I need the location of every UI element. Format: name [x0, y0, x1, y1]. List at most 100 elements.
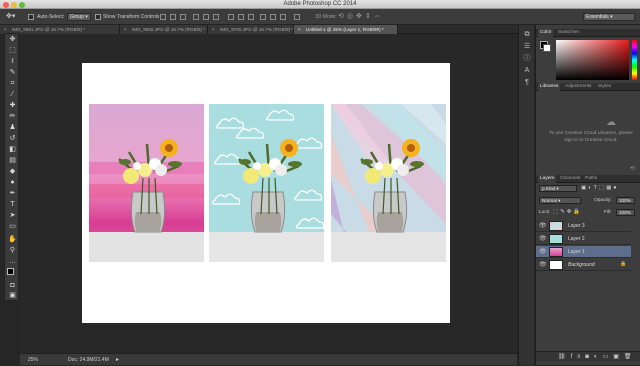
- blend-mode-dropdown[interactable]: Normal ▾: [539, 197, 581, 204]
- layer-row-layer-3[interactable]: 👁 Layer 3: [536, 220, 631, 232]
- distribute-hcenter-icon[interactable]: [270, 14, 276, 20]
- color-field[interactable]: [556, 40, 629, 80]
- libraries-panel-tabs: Libraries Adjustments Styles: [536, 83, 640, 91]
- path-select-tool-icon[interactable]: ➤: [8, 212, 17, 220]
- hand-tool-icon[interactable]: ✋: [8, 236, 17, 244]
- opacity-field[interactable]: 100%: [616, 197, 635, 204]
- status-menu-icon[interactable]: ▸: [116, 354, 119, 366]
- show-transform-label: Show Transform Controls: [103, 14, 160, 20]
- rectangle-tool-icon[interactable]: ▭: [8, 223, 17, 231]
- history-panel-icon[interactable]: ⧉: [523, 31, 531, 39]
- align-vcenter-icon[interactable]: [170, 14, 176, 20]
- bg-color-chip[interactable]: [543, 44, 551, 52]
- zoom-tool-icon[interactable]: ⚲: [8, 247, 17, 255]
- align-bottom-icon[interactable]: [180, 14, 186, 20]
- tab-paths[interactable]: Paths: [583, 175, 599, 183]
- doc-size[interactable]: Doc: 24.9M/21.4M: [68, 354, 109, 366]
- blur-tool-icon[interactable]: ◆: [8, 168, 17, 176]
- tools-panel: ✥ ⬚ ℓ ✎ ⌗ ⁄ ✚ ✏ ♟ ↺ ◧ ▤ ◆ ● ✒ T ➤ ▭ ✋ ⚲ …: [4, 33, 19, 301]
- distribute-left-icon[interactable]: [260, 14, 266, 20]
- type-tool-icon[interactable]: T: [8, 201, 17, 209]
- layer-footer-icons[interactable]: ⛓fx◙◐▭▣🗑: [558, 352, 637, 362]
- eyedropper-tool-icon[interactable]: ⁄: [8, 91, 17, 99]
- tab-styles[interactable]: Styles: [596, 83, 613, 91]
- distribute-top-icon[interactable]: [228, 14, 234, 20]
- lasso-tool-icon[interactable]: ℓ: [8, 58, 17, 66]
- 3d-mode-icons[interactable]: ⟲◎✥⇕⇔: [338, 9, 384, 25]
- character-panel-icon[interactable]: A: [523, 67, 531, 75]
- tab-img-9692[interactable]: × IMG_9692.JPG @ 16.7% (RGB/8) *: [120, 25, 208, 34]
- tab-swatches[interactable]: Swatches: [556, 29, 581, 37]
- photo-watercolor-flowers[interactable]: [331, 104, 446, 262]
- align-top-icon[interactable]: [160, 14, 166, 20]
- photo-pink-flowers[interactable]: [89, 104, 204, 262]
- auto-select-label: Auto-Select:: [37, 14, 65, 20]
- close-tab-icon[interactable]: ×: [124, 25, 127, 34]
- paragraph-panel-icon[interactable]: ¶: [523, 79, 531, 87]
- layer-row-background[interactable]: 👁 Background 🔒: [536, 259, 631, 271]
- close-tab-icon[interactable]: ×: [298, 25, 301, 34]
- fill-field[interactable]: 100%: [616, 209, 635, 216]
- history-brush-tool-icon[interactable]: ↺: [8, 135, 17, 143]
- document-canvas[interactable]: [82, 63, 450, 323]
- layer-filter-dropdown[interactable]: ρ Kind ▾: [539, 185, 577, 192]
- align-hcenter-icon[interactable]: [203, 14, 209, 20]
- dodge-tool-icon[interactable]: ●: [8, 179, 17, 187]
- brush-tool-icon[interactable]: ✏: [8, 113, 17, 121]
- lock-icons[interactable]: ⬚✎✥🔒: [553, 209, 582, 216]
- title-bar: Adobe Photoshop CC 2014: [0, 0, 640, 9]
- healing-brush-tool-icon[interactable]: ✚: [8, 102, 17, 110]
- info-panel-icon[interactable]: ⓘ: [523, 55, 531, 63]
- screen-mode-icon[interactable]: ▣: [8, 292, 17, 300]
- distribute-vcenter-icon[interactable]: [238, 14, 244, 20]
- status-bar: 25% Doc: 24.9M/21.4M ▸: [20, 353, 517, 365]
- tab-adjustments[interactable]: Adjustments: [563, 83, 593, 91]
- distribute-right-icon[interactable]: [280, 14, 286, 20]
- tab-layers[interactable]: Layers: [538, 175, 557, 183]
- visibility-eye-icon[interactable]: 👁: [539, 261, 547, 268]
- cc-sync-icon[interactable]: ⟲: [630, 165, 635, 172]
- distribute-bottom-icon[interactable]: [248, 14, 254, 20]
- align-right-icon[interactable]: [213, 14, 219, 20]
- crop-tool-icon[interactable]: ⌗: [8, 80, 17, 88]
- close-tab-icon[interactable]: ×: [212, 25, 215, 34]
- move-tool-icon[interactable]: ✥: [8, 36, 17, 44]
- layer-thumbnail: [549, 260, 563, 270]
- clone-stamp-tool-icon[interactable]: ♟: [8, 124, 17, 132]
- quick-select-tool-icon[interactable]: ✎: [8, 69, 17, 77]
- visibility-eye-icon[interactable]: 👁: [539, 235, 547, 242]
- pen-tool-icon[interactable]: ✒: [8, 190, 17, 198]
- foreground-color-swatch[interactable]: [7, 268, 14, 275]
- marquee-tool-icon[interactable]: ⬚: [8, 47, 17, 55]
- layer-row-layer-1[interactable]: 👁 Layer 1: [536, 246, 631, 258]
- move-tool-icon[interactable]: ✥▾: [6, 9, 15, 25]
- panel-icon-strip: ⧉ ☰ ⓘ A ¶: [518, 25, 534, 365]
- workspace-dropdown[interactable]: Essentials ▾: [583, 13, 635, 21]
- visibility-eye-icon[interactable]: 👁: [539, 248, 547, 255]
- properties-panel-icon[interactable]: ☰: [523, 43, 531, 51]
- tab-libraries[interactable]: Libraries: [538, 83, 561, 91]
- auto-select-dropdown[interactable]: Group ▾: [67, 13, 91, 21]
- align-left-icon[interactable]: [193, 14, 199, 20]
- auto-align-icon[interactable]: [294, 14, 300, 20]
- layer-row-layer-2[interactable]: 👁 Layer 2: [536, 233, 631, 245]
- more-tools-icon[interactable]: …: [8, 258, 17, 266]
- tab-img-9700[interactable]: × IMG_9700.JPG @ 16.7% (RGB/8) *: [208, 25, 294, 34]
- tab-color[interactable]: Color: [538, 29, 554, 37]
- show-transform-checkbox[interactable]: [95, 14, 101, 20]
- right-panels: Color Swatches Libraries Adjustments Sty…: [535, 25, 640, 365]
- visibility-eye-icon[interactable]: 👁: [539, 222, 547, 229]
- color-panel-tabs: Color Swatches: [536, 29, 640, 37]
- hue-slider[interactable]: [632, 40, 637, 80]
- layer-filter-icons[interactable]: ▣◐T⬚▦●: [581, 185, 619, 191]
- layer-name: Layer 2: [568, 236, 585, 242]
- auto-select-checkbox[interactable]: [28, 14, 34, 20]
- tab-untitled-1[interactable]: × Untitled-1 @ 25% (Layer 1, RGB/8#) *: [294, 25, 398, 34]
- tab-channels[interactable]: Channels: [558, 175, 582, 183]
- eraser-tool-icon[interactable]: ◧: [8, 146, 17, 154]
- photo-blue-clouds-flowers[interactable]: [209, 104, 324, 262]
- opacity-label: Opacity:: [594, 198, 612, 203]
- zoom-level[interactable]: 25%: [28, 354, 38, 366]
- gradient-tool-icon[interactable]: ▤: [8, 157, 17, 165]
- quick-mask-icon[interactable]: ◘: [8, 282, 17, 290]
